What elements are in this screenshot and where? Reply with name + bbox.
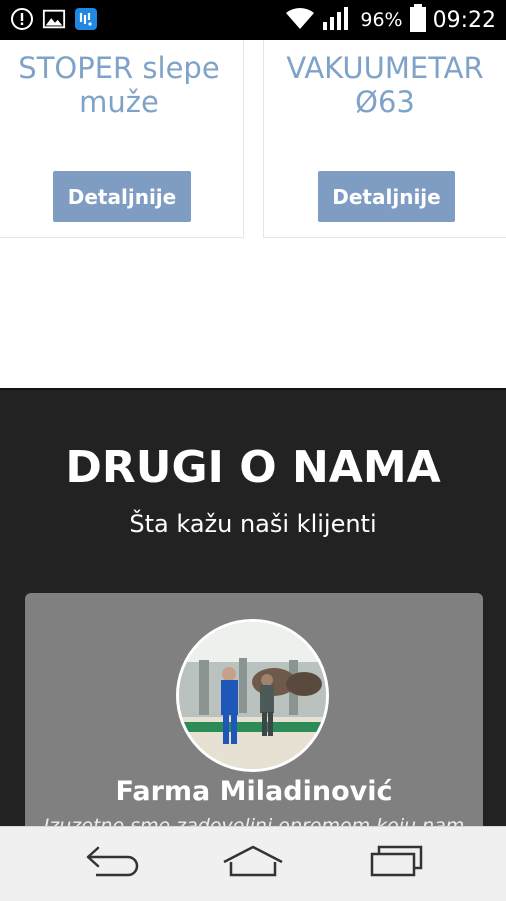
battery-percent: 96% — [360, 9, 403, 31]
testimonials-section: DRUGI O NAMA Šta kažu naši klijenti Farm… — [0, 388, 506, 853]
product-title-line: STOPER slepe — [18, 51, 220, 85]
recent-apps-icon — [369, 844, 425, 883]
client-photo — [176, 619, 329, 772]
product-card: VAKUUMETAR Ø63 Detaljnije — [263, 40, 506, 238]
app-notification-icon — [74, 7, 98, 31]
shield-alert-icon — [10, 7, 34, 31]
home-icon — [221, 844, 285, 883]
product-title-line: Ø63 — [355, 85, 415, 119]
section-subtitle: Šta kažu naši klijenti — [129, 510, 377, 538]
battery-icon — [409, 3, 427, 38]
testimonial-card: Farma Miladinović Izuzetno smo zadovoljn… — [25, 593, 483, 853]
recent-apps-button[interactable] — [362, 839, 432, 887]
product-title-line: VAKUUMETAR — [286, 51, 484, 85]
back-button[interactable] — [78, 839, 148, 887]
back-icon — [84, 844, 142, 883]
details-button[interactable]: Detaljnije — [318, 171, 455, 222]
gallery-icon — [42, 7, 66, 31]
details-button[interactable]: Detaljnije — [53, 171, 191, 222]
wifi-icon — [284, 5, 316, 36]
client-name: Farma Miladinović — [115, 776, 393, 807]
product-card: STOPER slepe muže Detaljnije — [0, 40, 244, 238]
signal-icon — [322, 5, 354, 36]
home-button[interactable] — [218, 839, 288, 887]
product-title[interactable]: STOPER slepe muže — [0, 51, 243, 119]
system-nav-bar — [0, 826, 506, 901]
product-title-line: muže — [79, 85, 159, 119]
clock: 09:22 — [432, 7, 496, 33]
status-bar: 96% 09:22 — [0, 0, 506, 40]
section-title: DRUGI O NAMA — [65, 442, 441, 493]
product-title[interactable]: VAKUUMETAR Ø63 — [264, 51, 506, 119]
